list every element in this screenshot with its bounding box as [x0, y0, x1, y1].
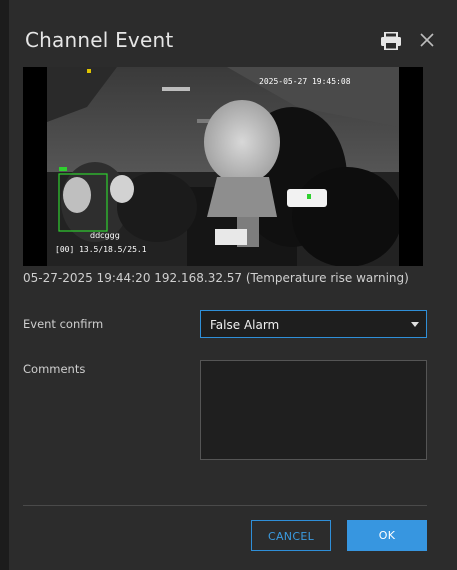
chevron-down-icon: [411, 322, 419, 327]
event-confirm-label: Event confirm: [23, 317, 104, 331]
dialog-title: Channel Event: [25, 28, 174, 52]
footer-divider: [23, 505, 427, 506]
detection-label: ddcggg: [90, 231, 120, 240]
comments-textarea[interactable]: [200, 360, 427, 460]
osd-timestamp: 2025-05-27 19:45:08: [259, 77, 351, 86]
printer-icon[interactable]: [380, 31, 402, 51]
background-edge: [0, 0, 9, 570]
detection-sublabel: [00] 13.5/18.5/25.1: [55, 245, 147, 254]
video-snapshot[interactable]: 2025-05-27 19:45:08 ddcggg [00] 13.5/18.…: [23, 67, 423, 266]
event-info-text: 05-27-2025 19:44:20 192.168.32.57 (Tempe…: [23, 271, 409, 285]
ok-button[interactable]: OK: [347, 520, 427, 551]
event-confirm-value: False Alarm: [210, 318, 280, 332]
cancel-button[interactable]: CANCEL: [251, 520, 331, 551]
event-confirm-select[interactable]: False Alarm: [200, 310, 427, 338]
close-icon[interactable]: [418, 31, 436, 49]
comments-label: Comments: [23, 362, 86, 376]
